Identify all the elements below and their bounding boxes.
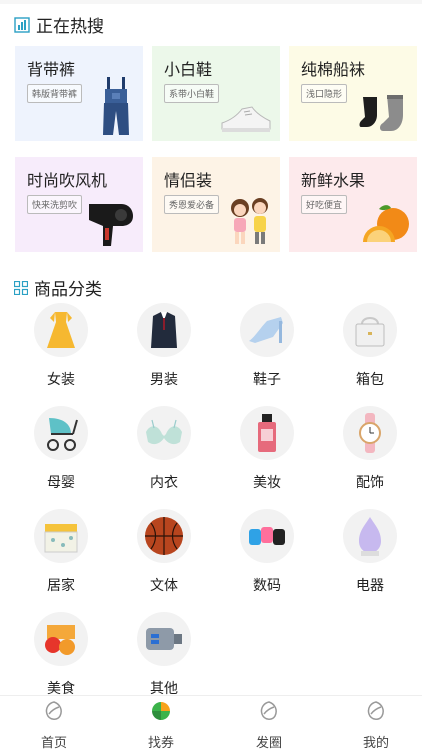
tab-profile[interactable]: 我的 <box>336 700 416 750</box>
category-mother-baby[interactable]: 母婴 <box>21 406 101 492</box>
category-shoes[interactable]: 鞋子 <box>227 303 307 389</box>
category-food[interactable]: 美食 <box>21 612 101 698</box>
top-divider <box>0 0 422 4</box>
hot-card-overalls[interactable]: 背带裤 韩版背带裤 <box>15 46 143 141</box>
hot-search-title: 正在热搜 <box>36 17 104 37</box>
hot-card-name: 时尚吹风机 <box>27 171 108 190</box>
category-women[interactable]: 女装 <box>21 303 101 389</box>
category-title: 商品分类 <box>34 280 102 300</box>
humidifier-icon <box>359 517 381 556</box>
overalls-icon <box>103 77 129 135</box>
share-leaf-icon <box>260 701 277 720</box>
category-men[interactable]: 男装 <box>124 303 204 389</box>
category-label: 数码 <box>253 578 281 594</box>
handbag-icon <box>355 317 385 347</box>
category-label: 女装 <box>47 372 75 388</box>
category-home[interactable]: 居家 <box>21 509 101 595</box>
orange-icon <box>363 205 409 242</box>
tab-coupons[interactable]: 找券 <box>121 700 201 750</box>
tab-label: 找券 <box>147 736 174 750</box>
hot-card-tag: 韩版背带裤 <box>27 84 83 103</box>
tab-share[interactable]: 发圈 <box>229 700 309 750</box>
snacks-icon <box>45 625 75 655</box>
hot-card-tag: 秀恩爱必备 <box>164 195 220 214</box>
hot-card-name: 小白鞋 <box>164 60 213 79</box>
category-other[interactable]: 其他 <box>124 612 204 698</box>
coupon-leaf-icon <box>152 702 170 720</box>
bottom-tab-bar: 首页 找券 发圈 我的 <box>0 695 422 750</box>
car-charger-icon <box>146 628 182 650</box>
home-leaf-icon <box>45 701 62 720</box>
profile-leaf-icon <box>367 701 384 720</box>
category-label: 居家 <box>47 578 75 594</box>
hot-card-name: 情侣装 <box>164 171 213 190</box>
tab-label: 我的 <box>362 736 389 750</box>
hot-card-socks[interactable]: 纯棉船袜 浅口隐形 <box>289 46 417 141</box>
suit-icon <box>151 312 177 348</box>
category-label: 内衣 <box>150 475 178 491</box>
basketball-icon <box>145 517 183 555</box>
category-label: 电器 <box>356 578 384 594</box>
hot-card-name: 背带裤 <box>27 60 76 79</box>
hot-card-fresh-fruit[interactable]: 新鲜水果 好吃便宜 <box>289 157 417 252</box>
category-accessories[interactable]: 配饰 <box>330 406 410 492</box>
hot-card-hair-dryer[interactable]: 时尚吹风机 快来洗剪吹 <box>15 157 143 252</box>
storage-box-icon <box>44 524 78 553</box>
category-header: 商品分类 <box>14 275 102 300</box>
perfume-icon <box>258 414 276 452</box>
hair-dryer-icon <box>89 204 133 246</box>
category-digital[interactable]: 数码 <box>227 509 307 595</box>
category-label: 男装 <box>150 372 178 388</box>
hot-card-tag: 系带小白鞋 <box>164 84 220 103</box>
category-bags[interactable]: 箱包 <box>330 303 410 389</box>
category-label: 文体 <box>150 578 178 594</box>
category-underwear[interactable]: 内衣 <box>124 406 204 492</box>
category-cosmetics[interactable]: 美妆 <box>227 406 307 492</box>
tab-label: 发圈 <box>255 736 282 750</box>
category-sports[interactable]: 文体 <box>124 509 204 595</box>
hot-card-name: 纯棉船袜 <box>301 60 366 79</box>
dress-icon <box>47 312 75 348</box>
hot-card-white-sneakers[interactable]: 小白鞋 系带小白鞋 <box>152 46 280 141</box>
white-sneaker-icon <box>221 106 271 132</box>
couple-icon <box>231 198 268 244</box>
category-label: 配饰 <box>356 475 384 491</box>
category-label: 鞋子 <box>253 372 281 388</box>
hot-card-couple-wear[interactable]: 情侣装 秀恩爱必备 <box>152 157 280 252</box>
watch-icon <box>359 413 381 453</box>
hot-card-tag: 好吃便宜 <box>301 195 348 214</box>
hot-card-tag: 浅口隐形 <box>301 84 348 103</box>
stroller-icon <box>47 418 78 451</box>
category-appliances[interactable]: 电器 <box>330 509 410 595</box>
category-label: 箱包 <box>356 372 384 388</box>
category-label: 母婴 <box>47 475 75 491</box>
category-label: 美妆 <box>253 475 281 491</box>
hot-card-name: 新鲜水果 <box>301 171 366 190</box>
earbuds-case-icon <box>249 527 285 545</box>
tab-label: 首页 <box>40 736 67 750</box>
tab-home[interactable]: 首页 <box>14 700 94 750</box>
high-heel-icon <box>249 317 283 343</box>
hot-card-tag: 快来洗剪吹 <box>27 195 83 214</box>
hot-search-header: 正在热搜 <box>14 12 104 37</box>
grid-icon <box>14 280 28 295</box>
bar-chart-icon <box>14 16 30 33</box>
socks-icon <box>359 95 403 131</box>
bra-icon <box>146 419 182 445</box>
